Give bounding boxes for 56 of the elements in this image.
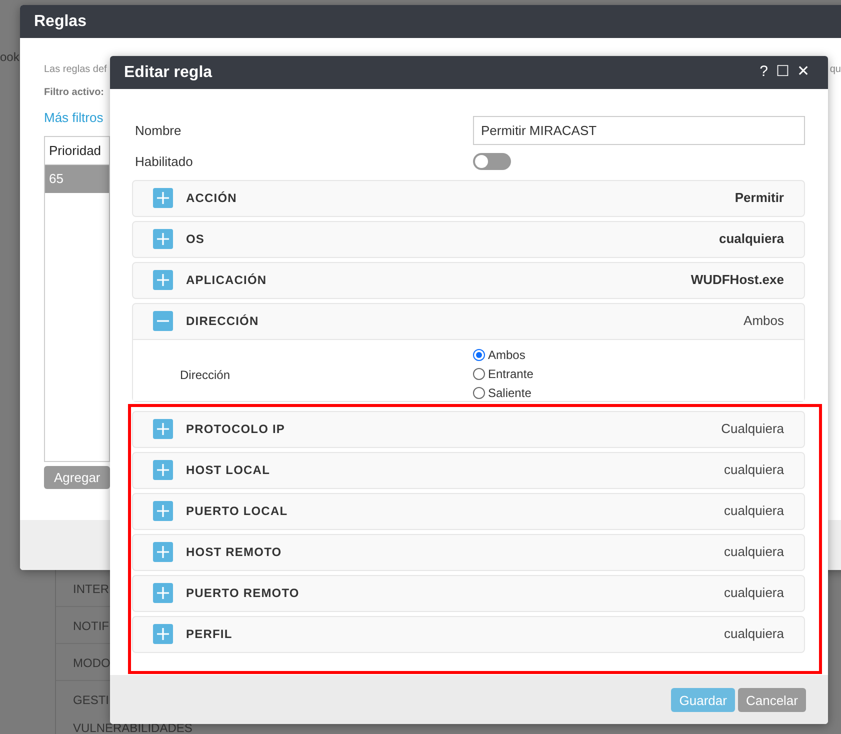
help-button[interactable]: ? bbox=[760, 61, 768, 84]
section-title: PUERTO REMOTO bbox=[186, 585, 300, 602]
section-value: cualquiera bbox=[724, 584, 784, 602]
section-value: cualquiera bbox=[724, 461, 784, 480]
expand-icon[interactable] bbox=[153, 229, 173, 249]
section-value: Ambos bbox=[744, 312, 784, 330]
section-title: PROTOCOLO IP bbox=[186, 421, 285, 438]
section-header[interactable]: PUERTO LOCAL cualquiera bbox=[133, 494, 804, 528]
section-header[interactable]: OS cualquiera bbox=[133, 222, 804, 256]
section-header[interactable]: DIRECCIÓN Ambos bbox=[133, 304, 804, 338]
description-text: qu bbox=[830, 63, 841, 77]
section-header[interactable]: APLICACIÓN WUDFHost.exe bbox=[133, 262, 804, 298]
expand-icon[interactable] bbox=[153, 419, 173, 439]
filter-label: Filtro activo: bbox=[44, 86, 106, 100]
close-button[interactable]: ✕ bbox=[797, 61, 810, 84]
collapse-icon[interactable] bbox=[153, 311, 173, 331]
section-header[interactable]: PERFIL cualquiera bbox=[133, 616, 804, 652]
section-title: HOST LOCAL bbox=[186, 462, 270, 479]
section-value: cualquiera bbox=[718, 230, 784, 248]
section-value: cualquiera bbox=[724, 625, 784, 644]
expand-icon[interactable] bbox=[153, 460, 173, 480]
section-header[interactable]: HOST LOCAL cualquiera bbox=[133, 452, 804, 488]
expand-icon[interactable] bbox=[153, 270, 173, 290]
dialog-title: Editar regla bbox=[124, 62, 212, 82]
expand-icon[interactable] bbox=[153, 624, 173, 644]
section-value: WUDFHost.exe bbox=[690, 271, 784, 290]
section-header[interactable]: ACCIÓN Permitir bbox=[133, 180, 804, 216]
expand-icon[interactable] bbox=[153, 188, 173, 208]
section-header[interactable]: PUERTO REMOTO cualquiera bbox=[133, 576, 804, 610]
section-title: ACCIÓN bbox=[186, 190, 237, 207]
field-label: Habilitado bbox=[134, 153, 194, 171]
section-title: HOST REMOTO bbox=[186, 544, 282, 561]
expand-icon[interactable] bbox=[153, 583, 173, 603]
field-label: Nombre bbox=[134, 122, 182, 140]
section-value: cualquiera bbox=[724, 502, 784, 520]
section-value: cualquiera bbox=[724, 543, 784, 562]
toggle-switch[interactable] bbox=[473, 153, 511, 170]
expand-icon[interactable] bbox=[153, 501, 173, 521]
section-title: PERFIL bbox=[186, 626, 232, 643]
section-header[interactable]: PROTOCOLO IP Cualquiera bbox=[133, 412, 804, 446]
section-title: OS bbox=[186, 231, 205, 248]
radio-option[interactable]: Ambos bbox=[473, 346, 534, 364]
section-title: PUERTO LOCAL bbox=[186, 503, 288, 520]
description-text: Las reglas def bbox=[44, 63, 107, 77]
section-title: APLICACIÓN bbox=[186, 272, 267, 289]
dialog-title: Reglas bbox=[34, 12, 86, 32]
section-header[interactable]: HOST REMOTO cualquiera bbox=[133, 534, 804, 570]
radio-option[interactable]: Saliente bbox=[473, 384, 534, 402]
maximize-button[interactable]: ☐ bbox=[776, 61, 789, 84]
field-label: Dirección bbox=[179, 366, 232, 384]
section-value: Cualquiera bbox=[721, 420, 784, 438]
expand-icon[interactable] bbox=[153, 542, 173, 562]
name-field[interactable]: Permitir MIRACAST bbox=[473, 116, 805, 145]
section-title: DIRECCIÓN bbox=[186, 313, 259, 330]
radio-option[interactable]: Entrante bbox=[473, 364, 534, 384]
section-value: Permitir bbox=[734, 189, 784, 208]
